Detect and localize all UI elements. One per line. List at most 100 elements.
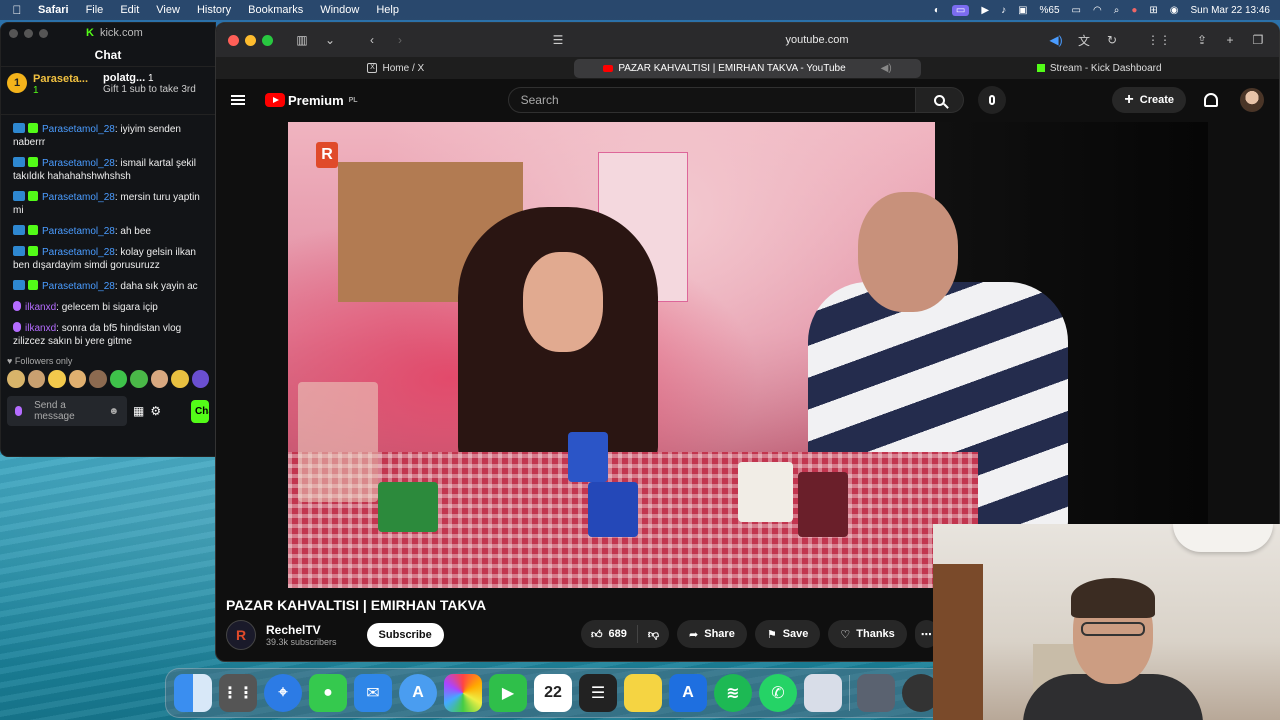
tab-kick[interactable]: Stream - Kick Dashboard (925, 59, 1273, 78)
share-button[interactable]: ➦ Share (677, 620, 747, 648)
top-gifter-1[interactable]: 1 Paraseta... 1 (7, 73, 95, 108)
back-icon[interactable]: ‹ (363, 33, 381, 47)
search-icon[interactable]: ⌕ (1114, 5, 1120, 16)
translate-icon[interactable]: 文 (1075, 32, 1093, 49)
emote-icon[interactable] (89, 370, 107, 388)
search-button[interactable] (915, 87, 964, 113)
avatar[interactable] (1240, 88, 1264, 112)
emote-icon[interactable] (130, 370, 148, 388)
create-button[interactable]: + Create (1112, 87, 1186, 113)
messages-icon[interactable]: ● (309, 674, 347, 712)
chat-username[interactable]: Parasetamol_28 (42, 124, 115, 135)
play-icon[interactable]: ▶ (981, 5, 989, 16)
zoom-dot[interactable] (39, 28, 48, 38)
address-bar[interactable]: youtube.com (597, 34, 1037, 46)
clock[interactable]: Sun Mar 22 13:46 (1191, 5, 1271, 16)
menu-app-name[interactable]: Safari (38, 4, 69, 16)
new-tab-icon[interactable]: + (1221, 33, 1239, 47)
emote-icon[interactable] (48, 370, 66, 388)
emote-icon[interactable] (68, 370, 86, 388)
top-gifter-2[interactable]: polatg... 1 Gift 1 sub to take 3rd (103, 73, 196, 108)
notifications-icon[interactable] (1204, 93, 1218, 107)
minimize-button[interactable] (245, 34, 256, 46)
emote-icon[interactable] (191, 370, 209, 388)
emote-icon[interactable] (109, 370, 127, 388)
chat-username[interactable]: Parasetamol_28 (42, 192, 115, 203)
finder-icon[interactable] (174, 674, 212, 712)
gift-icon[interactable]: ▦ (133, 404, 144, 418)
chat-username[interactable]: Parasetamol_28 (42, 281, 115, 292)
xcode-icon[interactable]: A (669, 674, 707, 712)
chat-username[interactable]: ilkanxd (25, 302, 56, 313)
video-player[interactable]: R (288, 122, 1208, 588)
like-button[interactable]: 👍︎ 689 (581, 625, 638, 643)
close-button[interactable] (228, 34, 239, 46)
minimize-dot[interactable] (24, 28, 33, 38)
wifi-icon[interactable]: ◠ (1093, 5, 1102, 16)
whatsapp-icon[interactable]: ✆ (759, 674, 797, 712)
sidebar-icon[interactable]: ▥ (293, 33, 311, 47)
emoji-icon[interactable]: ☻ (108, 406, 119, 417)
apple-menu-icon[interactable]:  (10, 3, 24, 17)
voice-search-button[interactable] (977, 86, 1006, 114)
dislike-button[interactable]: 👎︎ (638, 628, 669, 641)
channel-name[interactable]: RechelTV (266, 623, 337, 637)
chat-username[interactable]: Parasetamol_28 (42, 226, 115, 237)
screen-share-icon[interactable]: ▭ (951, 4, 970, 16)
launchpad-icon[interactable]: ⋮⋮ (219, 674, 257, 712)
forward-icon[interactable]: › (391, 33, 409, 47)
chat-username[interactable]: Parasetamol_28 (42, 247, 115, 258)
tab-audio-icon[interactable]: ◀) (881, 63, 892, 74)
mail-icon[interactable]: ✉ (354, 674, 392, 712)
menu-edit[interactable]: Edit (120, 4, 139, 16)
battery-icon[interactable]: ▭ (1072, 5, 1081, 16)
photos-icon[interactable] (444, 674, 482, 712)
menu-history[interactable]: History (197, 4, 231, 16)
notes-icon[interactable] (624, 674, 662, 712)
reload-icon[interactable]: ↻ (1103, 33, 1121, 47)
tab-youtube[interactable]: PAZAR KAHVALTISI | EMIRHAN TAKVA - YouTu… (573, 58, 922, 78)
audio-icon[interactable]: ◀) (1047, 33, 1065, 47)
extensions-icon[interactable]: ⋮⋮ (1147, 33, 1171, 47)
chat-input[interactable]: Send a message ☻ (7, 396, 127, 426)
mic-status-icon[interactable]: ♪ (1001, 5, 1006, 16)
emote-icon[interactable] (150, 370, 168, 388)
downloads-icon[interactable] (857, 674, 895, 712)
youtube-logo[interactable]: Premium PL (265, 93, 358, 108)
emote-icon[interactable] (171, 370, 189, 388)
facetime-icon[interactable]: ▶ (489, 674, 527, 712)
search-input[interactable]: Search (507, 87, 916, 113)
chat-username[interactable]: Parasetamol_28 (42, 158, 115, 169)
user-icon[interactable]: ● (1131, 5, 1137, 16)
menu-window[interactable]: Window (320, 4, 359, 16)
siri-icon[interactable]: ◉ (1170, 5, 1179, 16)
menu-help[interactable]: Help (376, 4, 399, 16)
display-icon[interactable]: ▣ (1018, 5, 1027, 16)
channel-avatar[interactable]: R (226, 620, 256, 650)
zoom-button[interactable] (262, 34, 273, 46)
chat-send-button[interactable]: Chat (191, 399, 209, 423)
chat-username[interactable]: ilkanxd (25, 323, 56, 334)
thanks-button[interactable]: ♡ Thanks (828, 620, 907, 648)
share-icon[interactable]: ⇪ (1193, 33, 1211, 47)
close-dot[interactable] (9, 28, 18, 38)
menu-icon[interactable] (231, 95, 245, 105)
status-icon[interactable]: ◐ (934, 5, 940, 16)
emote-icon[interactable] (27, 370, 45, 388)
calendar-icon[interactable]: 22 (534, 674, 572, 712)
page-menu-icon[interactable]: ☰ (549, 33, 567, 47)
reminders-icon[interactable]: ☰ (579, 674, 617, 712)
battery-percent[interactable]: %65 (1040, 5, 1060, 16)
tab-x[interactable]: X Home / X (222, 59, 570, 78)
menu-bookmarks[interactable]: Bookmarks (248, 4, 303, 16)
spotify-icon[interactable]: ≋ (714, 674, 752, 712)
chevron-down-icon[interactable]: ⌄ (321, 33, 339, 47)
control-center-icon[interactable]: ⊞ (1149, 5, 1157, 16)
app-store-icon[interactable]: A (399, 674, 437, 712)
menu-file[interactable]: File (86, 4, 104, 16)
safari-icon[interactable]: ⌖ (264, 674, 302, 712)
preview-icon[interactable] (804, 674, 842, 712)
subscribe-button[interactable]: Subscribe (366, 623, 444, 647)
settings-icon[interactable]: ⚙ (150, 404, 161, 418)
save-button[interactable]: ⚑ Save (754, 620, 821, 648)
